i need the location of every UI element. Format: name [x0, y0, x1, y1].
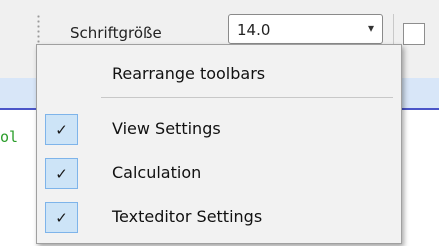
menu-item-calculation[interactable]: ✓ Calculation [37, 156, 401, 191]
check-indicator: ✓ [45, 158, 78, 189]
menu-separator [101, 97, 393, 98]
toolbar-context-menu: Rearrange toolbars ✓ View Settings ✓ Cal… [36, 44, 402, 244]
font-size-combobox[interactable]: 14.0 ▾ [228, 14, 383, 44]
menu-item-label: Rearrange toolbars [112, 64, 266, 83]
chevron-down-icon[interactable]: ▾ [368, 21, 374, 35]
toolbar-checkbox[interactable] [403, 23, 425, 45]
menu-item-label: Texteditor Settings [112, 207, 263, 226]
check-indicator: ✓ [45, 114, 78, 145]
font-size-value: 14.0 [237, 21, 271, 39]
check-indicator: ✓ [45, 202, 78, 233]
checkmark-icon: ✓ [55, 120, 68, 139]
font-size-label: Schriftgröße [70, 24, 162, 42]
menu-item-rearrange-toolbars[interactable]: Rearrange toolbars [37, 57, 401, 92]
menu-item-texteditor-settings[interactable]: ✓ Texteditor Settings [37, 200, 401, 235]
menu-item-label: View Settings [112, 119, 221, 138]
menu-item-view-settings[interactable]: ✓ View Settings [37, 112, 401, 147]
menu-item-label: Calculation [112, 163, 202, 182]
editor-code-text[interactable]: ol [0, 128, 18, 146]
checkmark-icon: ✓ [55, 164, 68, 183]
checkmark-icon: ✓ [55, 208, 68, 227]
